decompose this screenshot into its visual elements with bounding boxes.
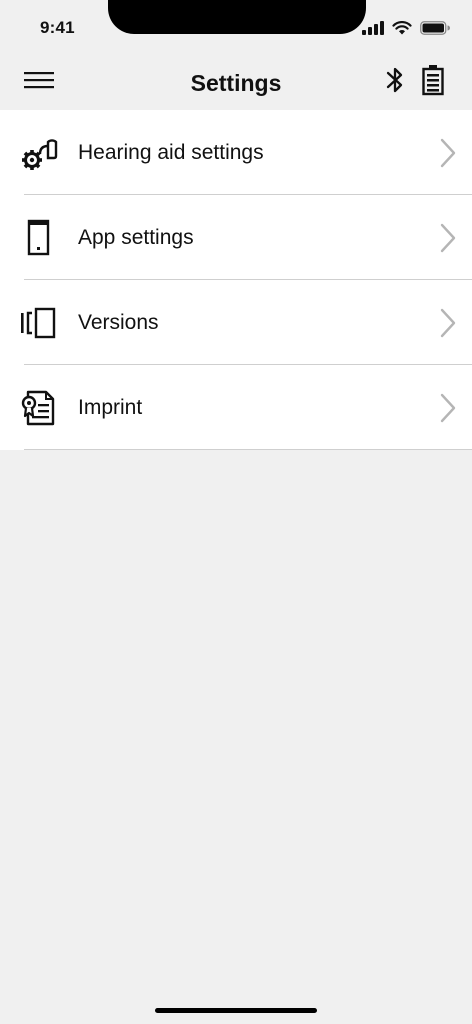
header-bar: Settings: [0, 52, 472, 110]
bluetooth-icon[interactable]: [384, 64, 406, 96]
status-icons: [362, 20, 450, 36]
list-item-versions[interactable]: Versions: [0, 280, 472, 365]
phone-icon: [27, 219, 50, 256]
imprint-document-icon: [21, 390, 55, 426]
list-item-imprint[interactable]: Imprint: [0, 365, 472, 450]
signal-icon: [362, 21, 384, 35]
chevron-right-icon: [440, 223, 456, 253]
list-bottom-divider: [24, 449, 472, 450]
wifi-icon: [392, 21, 412, 35]
list-item-label: Hearing aid settings: [78, 141, 264, 164]
versions-icon: [21, 307, 56, 339]
chevron-right-icon: [440, 393, 456, 423]
hearing-aid-gear-icon: [22, 139, 58, 170]
battery-icon: [420, 21, 450, 35]
device-battery-icon[interactable]: [420, 64, 446, 96]
status-bar: 9:41: [0, 0, 472, 52]
device-notch: [108, 0, 366, 34]
list-item-hearing-aid-settings[interactable]: Hearing aid settings: [0, 110, 472, 195]
home-indicator[interactable]: [155, 1008, 317, 1013]
list-item-label: Versions: [78, 311, 159, 334]
status-time: 9:41: [40, 18, 75, 37]
chevron-right-icon: [440, 308, 456, 338]
settings-list: Hearing aid settings App settings Versio…: [0, 110, 472, 450]
list-item-label: App settings: [78, 226, 194, 249]
chevron-right-icon: [440, 138, 456, 168]
list-item-label: Imprint: [78, 396, 143, 419]
list-item-app-settings[interactable]: App settings: [0, 195, 472, 280]
